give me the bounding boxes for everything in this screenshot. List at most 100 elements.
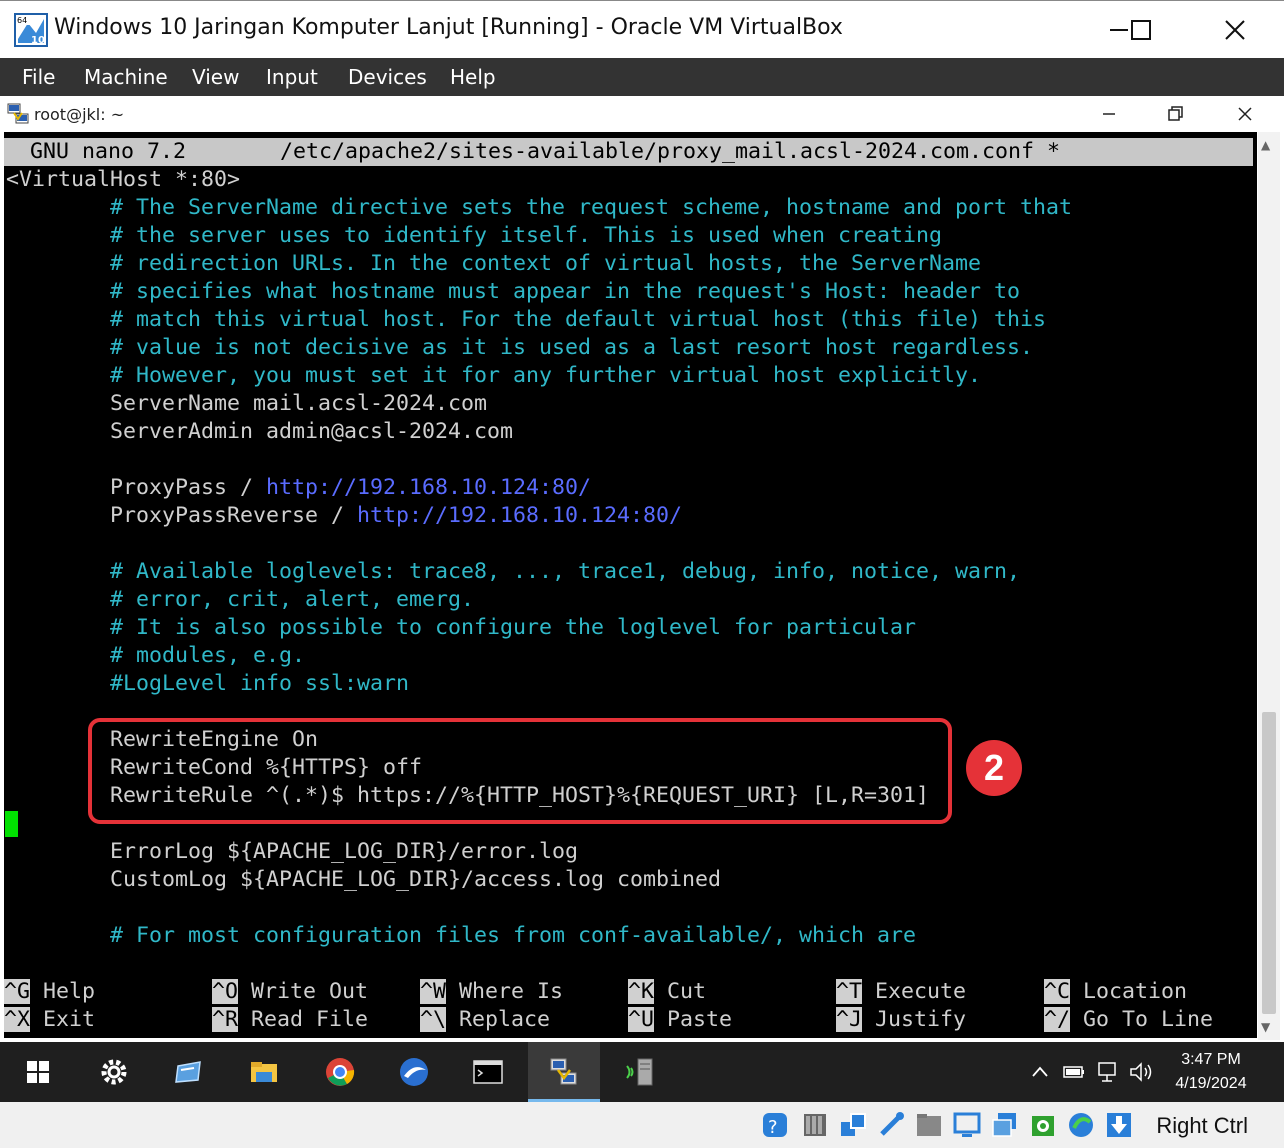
code-line: # It is also possible to configure the l…: [6, 615, 917, 640]
vm-title-bar[interactable]: 64 10 Windows 10 Jaringan Komputer Lanju…: [0, 0, 1284, 58]
shortcut-cut[interactable]: ^K Cut: [628, 978, 706, 1006]
host-key-label: Right Ctrl: [1156, 1113, 1248, 1138]
code-line: # specifies what hostname must appear in…: [6, 279, 1021, 304]
code-line: ServerName mail.acsl-2024.com: [6, 391, 488, 416]
code-line: #LogLevel info ssl:warn: [6, 671, 410, 696]
shortcut-replace[interactable]: ^\ Replace: [420, 1006, 550, 1034]
battery-icon[interactable]: [1062, 1062, 1086, 1082]
taskbar-settings[interactable]: [78, 1042, 150, 1102]
code-line: ServerAdmin admin@acsl-2024.com: [6, 419, 514, 444]
shortcut-justify[interactable]: ^J Justify: [836, 1006, 966, 1034]
putty-icon: [550, 1058, 577, 1085]
taskbar-network-tool[interactable]: [604, 1042, 676, 1102]
volume-icon[interactable]: [1128, 1060, 1154, 1084]
start-button[interactable]: [2, 1042, 74, 1102]
scrollbar-thumb[interactable]: [1262, 712, 1276, 1014]
guest-additions-icon[interactable]: [1066, 1110, 1096, 1140]
close-button[interactable]: [1212, 7, 1258, 53]
taskbar-file-explorer[interactable]: [228, 1042, 300, 1102]
video-capture-icon[interactable]: [990, 1110, 1020, 1140]
proxypass-directive: ProxyPass /: [6, 475, 267, 500]
shortcut-paste[interactable]: ^U Paste: [628, 1006, 732, 1034]
menu-input[interactable]: Input: [266, 65, 318, 89]
code-line: <VirtualHost *:80>: [6, 167, 241, 192]
vm-menu-bar: File Machine View Input Devices Help: [0, 58, 1284, 96]
taskbar-chrome[interactable]: [304, 1042, 376, 1102]
scroll-down-arrow-icon[interactable]: ▼: [1261, 1020, 1270, 1034]
shortcut-read-file[interactable]: ^R Read File: [212, 1006, 368, 1034]
guest-minimize-button[interactable]: [1094, 100, 1124, 128]
recording-icon[interactable]: [1028, 1110, 1058, 1140]
virtualbox-icon: 64 10: [14, 13, 48, 47]
highlight-box: [88, 718, 952, 824]
nano-filename: /etc/apache2/sites-available/proxy_mail.…: [280, 139, 1061, 164]
menu-help[interactable]: Help: [450, 65, 496, 89]
display-icon[interactable]: [952, 1110, 982, 1140]
code-line: # Available loglevels: trace8, ..., trac…: [6, 559, 1021, 584]
network-adapter-icon[interactable]: [838, 1110, 868, 1140]
network-tool-icon: [626, 1058, 653, 1086]
guest-title-bar[interactable]: root@jkl: ~: [0, 96, 1284, 132]
text-cursor: [5, 811, 18, 837]
code-line: # However, you must set it for any furth…: [6, 363, 982, 388]
nano-header: GNU nano 7.2 /etc/apache2/sites-availabl…: [4, 138, 1253, 166]
vm-status-bar: ? Right Ctrl: [0, 1102, 1284, 1148]
taskbar-remote-desktop[interactable]: [152, 1042, 224, 1102]
shortcut-exit[interactable]: ^X Exit: [4, 1006, 95, 1034]
terminal-icon: [473, 1060, 503, 1084]
menu-devices[interactable]: Devices: [348, 65, 427, 89]
guest-restore-button[interactable]: [1160, 100, 1190, 128]
guest-close-button[interactable]: [1230, 100, 1260, 128]
chrome-icon: [326, 1058, 355, 1086]
optical-drive-icon[interactable]: ?: [760, 1110, 790, 1140]
taskbar-clock[interactable]: 3:47 PM 4/19/2024: [1166, 1048, 1256, 1096]
svg-text:10: 10: [31, 35, 45, 46]
putty-icon: [7, 103, 29, 124]
nano-editor[interactable]: GNU nano 7.2 /etc/apache2/sites-availabl…: [4, 132, 1257, 1038]
clock-time: 3:47 PM: [1181, 1051, 1241, 1068]
menu-machine[interactable]: Machine: [84, 65, 168, 89]
code-line: ErrorLog ${APACHE_LOG_DIR}/error.log: [6, 839, 579, 864]
taskbar-wireshark[interactable]: [378, 1042, 450, 1102]
menu-view[interactable]: View: [192, 65, 239, 89]
taskbar-terminal[interactable]: [452, 1042, 524, 1102]
code-line: # The ServerName directive sets the requ…: [6, 195, 1073, 220]
maximize-button[interactable]: [1118, 7, 1164, 53]
network-icon[interactable]: [1096, 1060, 1120, 1084]
shortcut-execute[interactable]: ^T Execute: [836, 978, 966, 1006]
svg-text:64: 64: [17, 16, 27, 25]
scroll-up-arrow-icon[interactable]: ▲: [1261, 138, 1270, 152]
svg-text:?: ?: [768, 1117, 778, 1138]
chevron-up-icon[interactable]: [1030, 1062, 1050, 1082]
code-line: # redirection URLs. In the context of vi…: [6, 251, 982, 276]
guest-console-window: root@jkl: ~ GNU nano 7.2 /etc/apache2/si…: [0, 96, 1284, 1042]
audio-icon[interactable]: [800, 1110, 830, 1140]
menu-file[interactable]: File: [22, 65, 55, 89]
code-line: # value is not decisive as it is used as…: [6, 335, 1034, 360]
code-line: CustomLog ${APACHE_LOG_DIR}/access.log c…: [6, 867, 722, 892]
remote-desktop-icon: [175, 1061, 201, 1083]
shortcut-write-out[interactable]: ^O Write Out: [212, 978, 368, 1006]
file-explorer-icon: [251, 1062, 277, 1082]
proxypassreverse-directive: ProxyPassReverse /: [6, 503, 358, 528]
window-title: Windows 10 Jaringan Komputer Lanjut [Run…: [54, 15, 843, 40]
code-line: # For most configuration files from conf…: [6, 923, 917, 948]
host-key-arrow-icon[interactable]: [1104, 1110, 1134, 1140]
code-line: ProxyPass / http://192.168.10.124:80/: [6, 474, 591, 502]
settings-icon: [101, 1059, 127, 1085]
step-badge: 2: [966, 740, 1022, 796]
shortcut-location[interactable]: ^C Location: [1044, 978, 1187, 1006]
shortcut-help[interactable]: ^G Help: [4, 978, 95, 1006]
code-line: # modules, e.g.: [6, 643, 306, 668]
shared-folders-icon[interactable]: [914, 1110, 944, 1140]
code-line: # error, crit, alert, emerg.: [6, 587, 475, 612]
taskbar-putty[interactable]: [528, 1042, 600, 1102]
proxypassreverse-url: http://192.168.10.124:80/: [357, 503, 683, 528]
proxypass-url: http://192.168.10.124:80/: [266, 475, 592, 500]
terminal-scrollbar[interactable]: ▲ ▼: [1258, 132, 1280, 1040]
code-line: # the server uses to identify itself. Th…: [6, 223, 943, 248]
system-tray: 3:47 PM 4/19/2024: [1024, 1042, 1284, 1102]
usb-icon[interactable]: [876, 1110, 906, 1140]
shortcut-where-is[interactable]: ^W Where Is: [420, 978, 563, 1006]
shortcut-go-to-line[interactable]: ^/ Go To Line: [1044, 1006, 1213, 1034]
